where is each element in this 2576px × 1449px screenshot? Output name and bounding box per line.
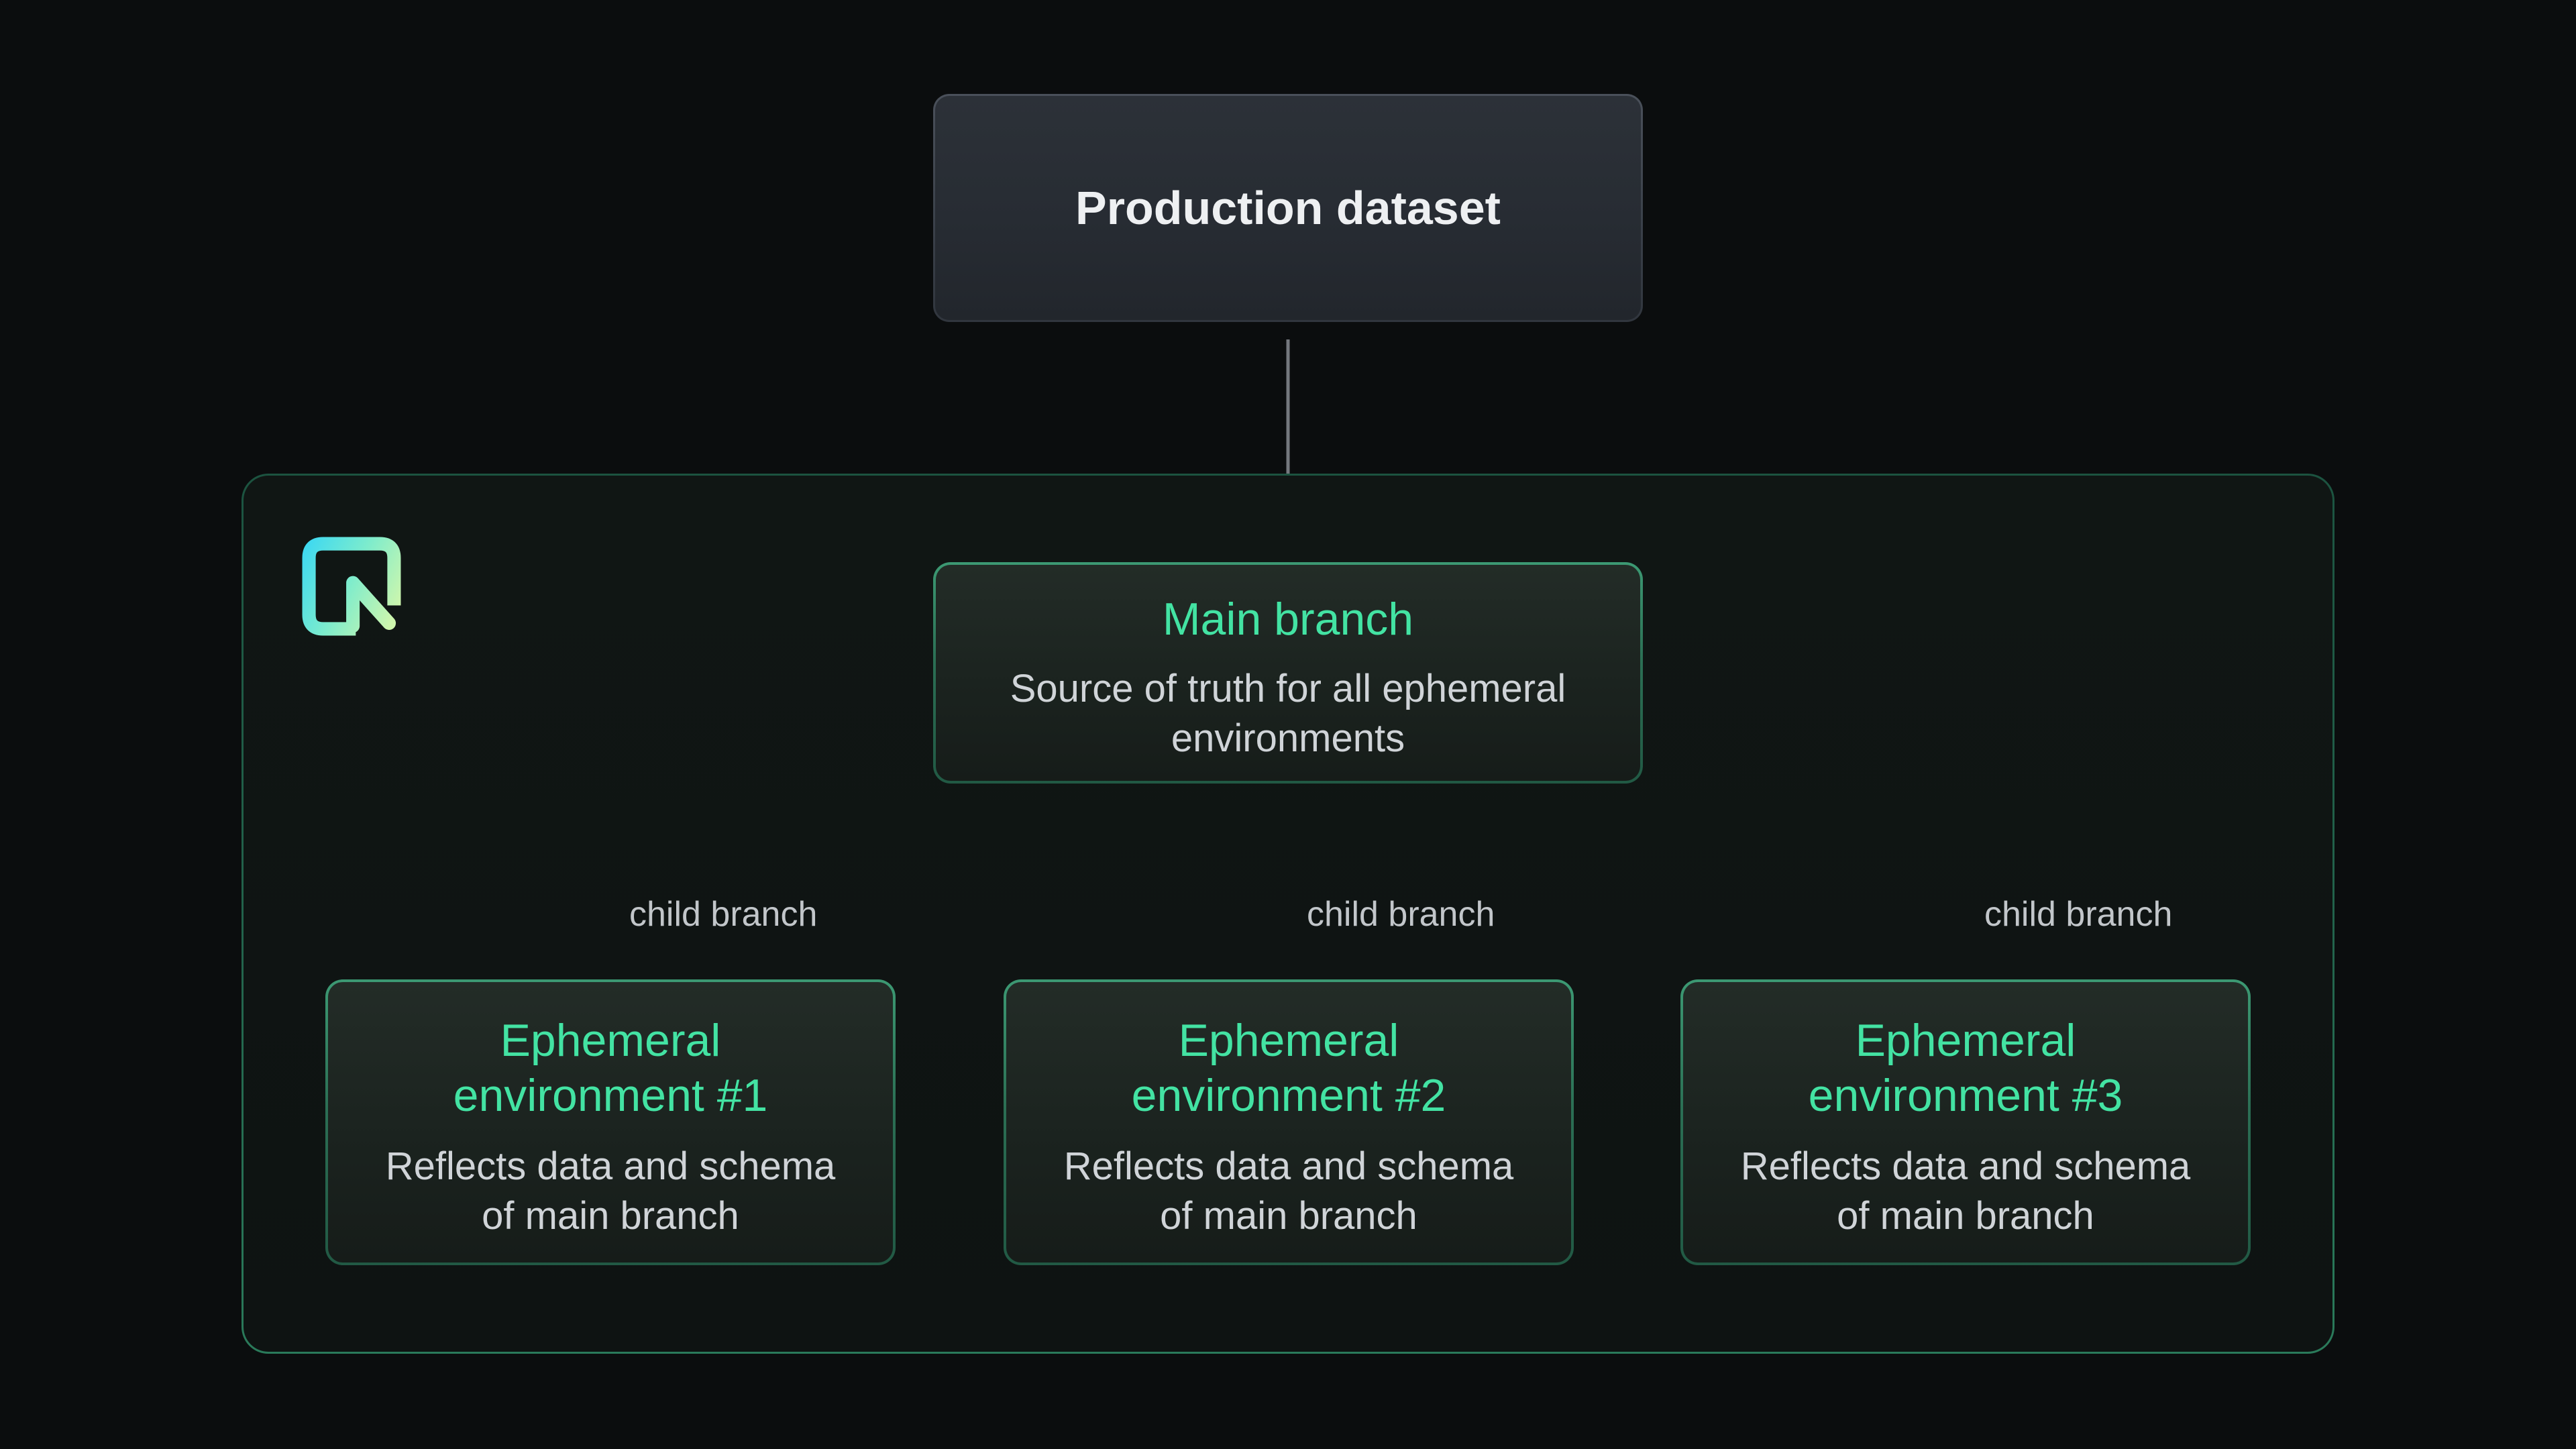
ephemeral-environment-3-description: Reflects data and schema of main branch [1741,1142,2191,1241]
ephemeral-environment-node-3: Ephemeral environment #3 Reflects data a… [1680,979,2251,1265]
main-branch-node: Main branch Source of truth for all ephe… [933,562,1643,784]
neon-logo-n-stroke [353,583,389,626]
diagram-canvas: { "colors": { "page_background": "#0b0d0… [0,0,2576,1449]
ephemeral-environment-1-description: Reflects data and schema of main branch [386,1142,836,1241]
ephemeral-environment-node-1: Ephemeral environment #1 Reflects data a… [325,979,896,1265]
ephemeral-environment-3-title: Ephemeral environment #3 [1809,1013,2123,1123]
neon-logo-icon [302,537,401,636]
main-branch-description: Source of truth for all ephemeral enviro… [1010,664,1566,763]
ephemeral-environment-2-title: Ephemeral environment #2 [1132,1013,1446,1123]
ephemeral-environment-1-title: Ephemeral environment #1 [453,1013,768,1123]
child-branch-label-1: child branch [629,896,817,932]
main-branch-title: Main branch [1163,592,1413,647]
neon-logo-strokes [309,544,394,629]
child-branch-label-2: child branch [1307,896,1495,932]
production-dataset-label: Production dataset [1075,181,1501,235]
ephemeral-environment-2-description: Reflects data and schema of main branch [1064,1142,1514,1241]
child-branch-label-3: child branch [1984,896,2172,932]
production-dataset-node: Production dataset [933,94,1643,322]
ephemeral-environment-node-2: Ephemeral environment #2 Reflects data a… [1004,979,1574,1265]
